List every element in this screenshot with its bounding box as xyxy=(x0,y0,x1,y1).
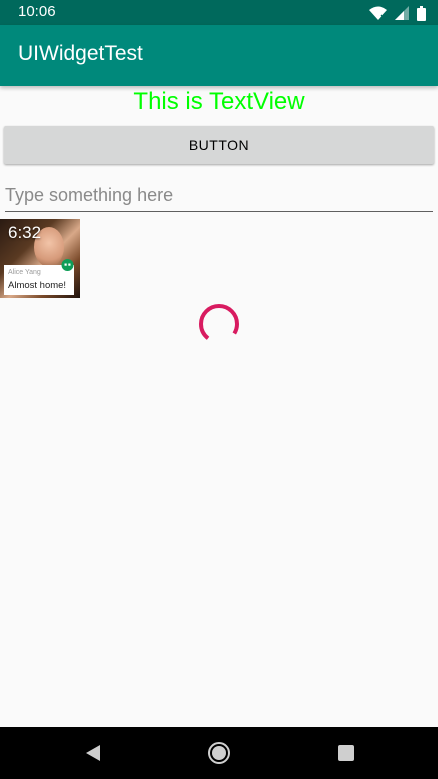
main-button[interactable]: BUTTON xyxy=(4,126,434,164)
recents-icon[interactable] xyxy=(334,741,358,765)
image-view: 6:32 Alice Yang Almost home! xyxy=(0,219,80,298)
wifi-icon xyxy=(369,6,387,20)
home-icon[interactable] xyxy=(207,741,231,765)
app-title: UIWidgetTest xyxy=(18,42,143,65)
photo-time: 6:32 xyxy=(8,223,42,242)
navigation-bar xyxy=(0,727,438,779)
status-time: 10:06 xyxy=(18,3,56,20)
status-icons xyxy=(369,5,426,21)
battery-icon xyxy=(417,5,426,21)
hangouts-icon xyxy=(61,259,74,272)
back-icon[interactable] xyxy=(81,741,105,765)
signal-icon xyxy=(395,6,409,20)
app-bar: UIWidgetTest xyxy=(0,25,438,86)
notification-message: Almost home! xyxy=(8,280,67,291)
edit-text-input[interactable] xyxy=(5,181,433,212)
notification-sender: Alice Yang xyxy=(8,269,41,276)
progress-spinner xyxy=(197,302,241,346)
text-view: This is TextView xyxy=(133,88,305,115)
status-bar: 10:06 xyxy=(0,0,438,25)
